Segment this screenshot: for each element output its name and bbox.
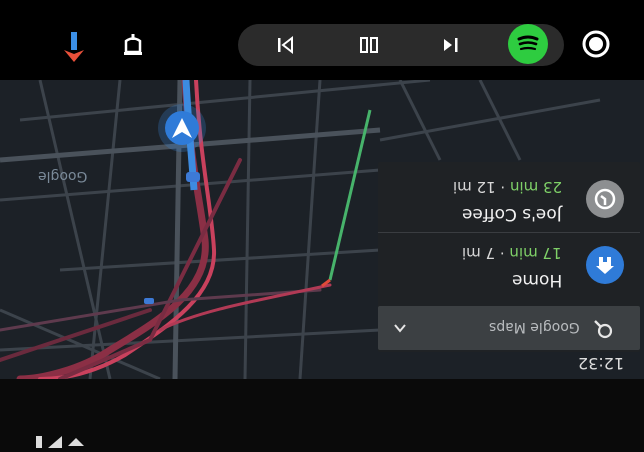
signal-icon	[48, 436, 62, 448]
suggestion-distance: 12 mi	[452, 178, 496, 196]
top-bar	[0, 0, 644, 80]
google-watermark: Google	[38, 168, 88, 184]
clock: 12:32	[578, 354, 625, 373]
suggestion-item-home[interactable]: Home 17 min · 7 mi	[378, 234, 640, 298]
status-icons	[28, 432, 98, 452]
suggestion-subtitle: 17 min · 7 mi	[462, 244, 562, 262]
destination-panel: Joe's Coffee 23 min · 12 mi Home 17 min …	[378, 162, 640, 352]
skip-next-icon[interactable]	[440, 35, 462, 55]
suggestion-item-joes-coffee[interactable]: Joe's Coffee 23 min · 12 mi	[378, 168, 640, 232]
spotify-icon[interactable]	[508, 24, 548, 64]
history-icon	[586, 180, 624, 218]
home-icon	[586, 246, 624, 284]
search-bar[interactable]: Google Maps	[378, 306, 640, 350]
search-icon	[592, 318, 614, 340]
chevron-down-icon[interactable]	[392, 320, 408, 336]
suggestion-separator: ·	[495, 178, 510, 196]
suggestion-title: Joe's Coffee	[462, 204, 562, 224]
suggestion-eta: 17 min	[509, 244, 562, 262]
shield-icon[interactable]	[120, 32, 146, 58]
suggestion-distance: 7 mi	[462, 244, 496, 262]
home-circle-icon[interactable]	[580, 28, 612, 60]
suggestion-separator: ·	[495, 244, 510, 262]
navigation-arrow-icon[interactable]	[62, 28, 86, 62]
suggestion-title: Home	[511, 270, 562, 290]
pause-icon[interactable]	[358, 35, 380, 55]
suggestion-eta: 23 min	[509, 178, 562, 196]
divider	[378, 232, 640, 233]
suggestion-subtitle: 23 min · 12 mi	[453, 178, 562, 196]
skip-previous-icon[interactable]	[276, 35, 298, 55]
search-label: Google Maps	[489, 319, 580, 335]
wifi-icon	[68, 438, 84, 446]
battery-icon	[36, 436, 42, 448]
